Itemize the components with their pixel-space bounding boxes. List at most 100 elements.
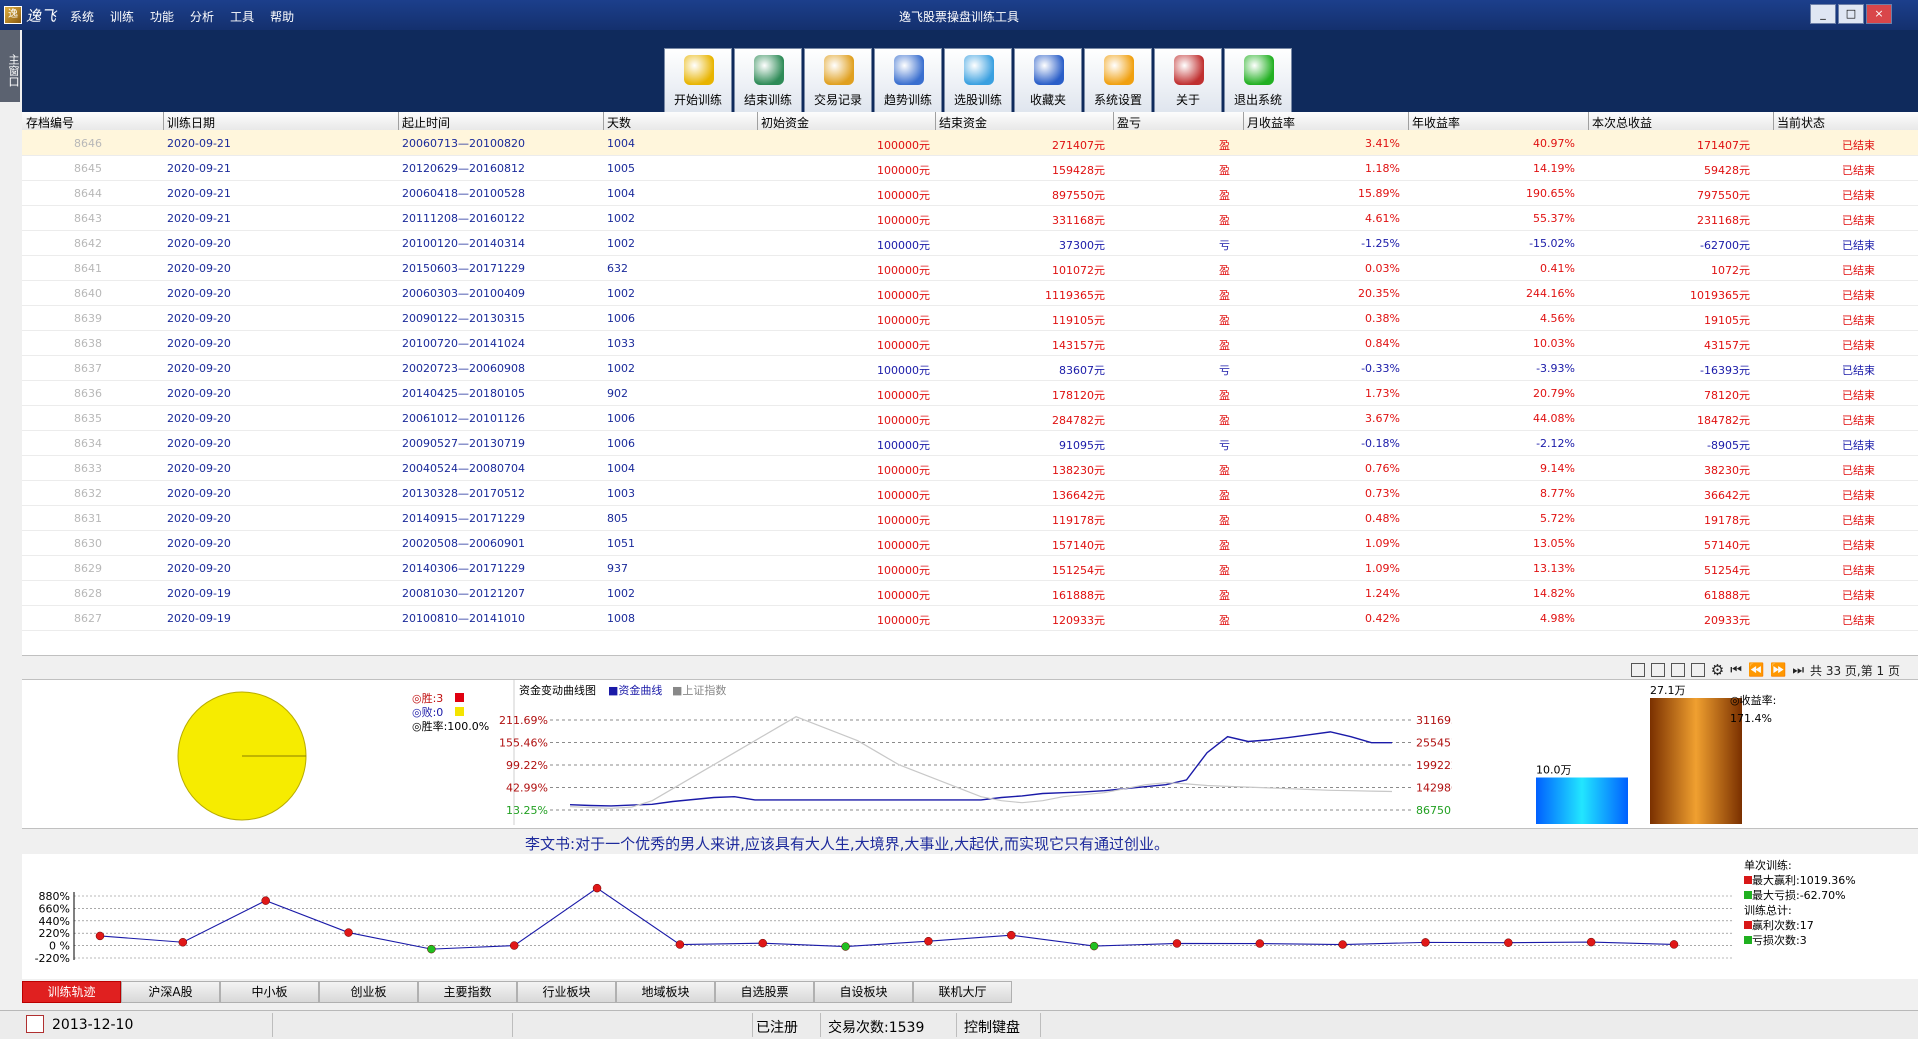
- table-row[interactable]: 8644 2020-09-21 20060418—20100528 1004 10000…: [22, 180, 1918, 206]
- main-window-side-tab[interactable]: 主窗口: [0, 30, 20, 102]
- close-button[interactable]: ×: [1866, 4, 1892, 24]
- table-row[interactable]: 8632 2020-09-20 20130328—20170512 1003 10000…: [22, 480, 1918, 506]
- table-row[interactable]: 8634 2020-09-20 20090527—20130719 1006 10000…: [22, 430, 1918, 456]
- toolbar-button-1[interactable]: 结束训练: [734, 48, 802, 114]
- table-row[interactable]: 8633 2020-09-20 20040524—20080704 1004 10000…: [22, 455, 1918, 481]
- print-icon[interactable]: [1650, 663, 1665, 677]
- column-header[interactable]: 结束资金: [939, 114, 987, 131]
- tab-8[interactable]: 自设板块: [814, 981, 913, 1003]
- cell-训练日期: 2020-09-20: [167, 462, 231, 475]
- column-header[interactable]: 本次总收益: [1592, 114, 1652, 131]
- cell-结束资金: 138230元: [1052, 464, 1105, 477]
- delete-icon[interactable]: [1690, 663, 1705, 677]
- tab-1[interactable]: 沪深A股: [121, 981, 220, 1003]
- win-swatch-icon: [454, 693, 464, 702]
- max-loss-text: 最大亏损:-62.70%: [1752, 889, 1846, 902]
- table-row[interactable]: 8642 2020-09-20 20100120—20140314 1002 10000…: [22, 230, 1918, 256]
- cell-训练日期: 2020-09-20: [167, 287, 231, 300]
- toolbar-button-6[interactable]: 系统设置: [1084, 48, 1152, 114]
- table-row[interactable]: 8629 2020-09-20 20140306—20171229 937 100000…: [22, 555, 1918, 581]
- curve-right-tick: 255457: [1416, 737, 1452, 750]
- keyboard-control-button[interactable]: 控制键盘: [964, 1017, 1020, 1037]
- column-header[interactable]: 年收益率: [1412, 114, 1460, 131]
- tab-7[interactable]: 自选股票: [715, 981, 814, 1003]
- cell-结束资金: 284782元: [1052, 414, 1105, 427]
- cell-训练日期: 2020-09-20: [167, 312, 231, 325]
- column-header[interactable]: 起止时间: [402, 114, 450, 131]
- pager-gear-icon[interactable]: ⚙: [1711, 661, 1724, 679]
- table-row[interactable]: 8643 2020-09-21 20111208—20160122 1002 10000…: [22, 205, 1918, 231]
- table-row[interactable]: 8645 2020-09-21 20120629—20160812 1005 10000…: [22, 155, 1918, 181]
- last-page-icon[interactable]: ⏭: [1792, 663, 1804, 678]
- toolbar-button-5[interactable]: 收藏夹: [1014, 48, 1082, 114]
- column-header[interactable]: 初始资金: [761, 114, 809, 131]
- tab-9[interactable]: 联机大厅: [913, 981, 1012, 1003]
- pie-legend: ◎胜:3 ◎败:0 ◎胜率:100.0%: [412, 692, 489, 734]
- cell-初始资金: 100000元: [877, 189, 930, 202]
- cell-存档编号: 8637: [74, 362, 102, 375]
- cell-年收益率: 13.13%: [1533, 562, 1575, 575]
- tab-5[interactable]: 行业板块: [517, 981, 616, 1003]
- calendar-icon[interactable]: [26, 1015, 44, 1033]
- table-row[interactable]: 8627 2020-09-19 20100810—20141010 1008 10000…: [22, 605, 1918, 631]
- tab-3[interactable]: 创业板: [319, 981, 418, 1003]
- cell-月收益率: -0.33%: [1361, 362, 1400, 375]
- toolbar-button-0[interactable]: 开始训练: [664, 48, 732, 114]
- cell-盈亏: 盈: [1219, 589, 1230, 602]
- cell-训练日期: 2020-09-19: [167, 587, 231, 600]
- cell-盈亏: 亏: [1219, 239, 1230, 252]
- prev-page-icon[interactable]: ⏪: [1748, 663, 1764, 678]
- cell-本次总收益: 184782元: [1697, 414, 1750, 427]
- toolbar-button-7[interactable]: 关于: [1154, 48, 1222, 114]
- table-row[interactable]: 8639 2020-09-20 20090122—20130315 1006 10000…: [22, 305, 1918, 331]
- cell-年收益率: 5.72%: [1540, 512, 1575, 525]
- cell-结束资金: 151254元: [1052, 564, 1105, 577]
- cell-当前状态: 已结束: [1842, 339, 1875, 352]
- tab-2[interactable]: 中小板: [220, 981, 319, 1003]
- cell-天数: 1002: [607, 287, 635, 300]
- table-row[interactable]: 8641 2020-09-20 20150603—20171229 632 100000…: [22, 255, 1918, 281]
- cell-盈亏: 盈: [1219, 389, 1230, 402]
- copy-icon[interactable]: [1670, 663, 1685, 677]
- capital-bar-1: [1650, 698, 1742, 824]
- toolbar-button-3[interactable]: 趋势训练: [874, 48, 942, 114]
- toolbar-button-2[interactable]: 交易记录: [804, 48, 872, 114]
- table-row[interactable]: 8628 2020-09-19 20081030—20121207 1002 10000…: [22, 580, 1918, 606]
- maximize-button[interactable]: □: [1838, 4, 1864, 24]
- table-row[interactable]: 8638 2020-09-20 20100720—20141024 1033 10000…: [22, 330, 1918, 356]
- table-row[interactable]: 8631 2020-09-20 20140915—20171229 805 100000…: [22, 505, 1918, 531]
- column-header[interactable]: 天数: [607, 114, 631, 131]
- max-loss-swatch-icon: [1744, 891, 1752, 899]
- column-header[interactable]: 盈亏: [1117, 114, 1141, 131]
- return-rate-value: 171.4%: [1730, 712, 1772, 725]
- column-header[interactable]: 训练日期: [167, 114, 215, 131]
- tab-0[interactable]: 训练轨迹: [22, 981, 121, 1003]
- tab-6[interactable]: 地域板块: [616, 981, 715, 1003]
- column-header[interactable]: 存档编号: [26, 114, 74, 131]
- toolbar-button-8[interactable]: 退出系统: [1224, 48, 1292, 114]
- cell-天数: 1051: [607, 537, 635, 550]
- cell-盈亏: 盈: [1219, 164, 1230, 177]
- exit-arrow-icon: [1244, 55, 1274, 85]
- table-row[interactable]: 8640 2020-09-20 20060303—20100409 1002 10000…: [22, 280, 1918, 306]
- table-row[interactable]: 8637 2020-09-20 20020723—20060908 1002 10000…: [22, 355, 1918, 381]
- minimize-button[interactable]: _: [1810, 4, 1836, 24]
- column-header[interactable]: 当前状态: [1777, 114, 1825, 131]
- cell-年收益率: 40.97%: [1533, 137, 1575, 150]
- first-page-icon[interactable]: ⏮: [1730, 663, 1742, 678]
- table-row[interactable]: 8630 2020-09-20 20020508—20060901 1051 10000…: [22, 530, 1918, 556]
- next-page-icon[interactable]: ⏩: [1770, 663, 1786, 678]
- print-preview-icon[interactable]: [1630, 663, 1645, 677]
- summary-panel: ◎胜:3 ◎败:0 ◎胜率:100.0% 资金变动曲线图 ■资金曲线 ■上证指数 21…: [22, 679, 1918, 829]
- curve-right-tick: 86750: [1416, 804, 1451, 817]
- cell-初始资金: 100000元: [877, 489, 930, 502]
- tab-4[interactable]: 主要指数: [418, 981, 517, 1003]
- toolbar-button-4[interactable]: 选股训练: [944, 48, 1012, 114]
- table-row[interactable]: 8636 2020-09-20 20140425—20180105 902 100000…: [22, 380, 1918, 406]
- cell-存档编号: 8643: [74, 212, 102, 225]
- table-row[interactable]: 8646 2020-09-21 20060713—20100820 1004 10000…: [22, 130, 1918, 156]
- cell-本次总收益: 1072元: [1711, 264, 1750, 277]
- cell-月收益率: 1.09%: [1365, 562, 1400, 575]
- column-header[interactable]: 月收益率: [1247, 114, 1295, 131]
- table-row[interactable]: 8635 2020-09-20 20061012—20101126 1006 10000…: [22, 405, 1918, 431]
